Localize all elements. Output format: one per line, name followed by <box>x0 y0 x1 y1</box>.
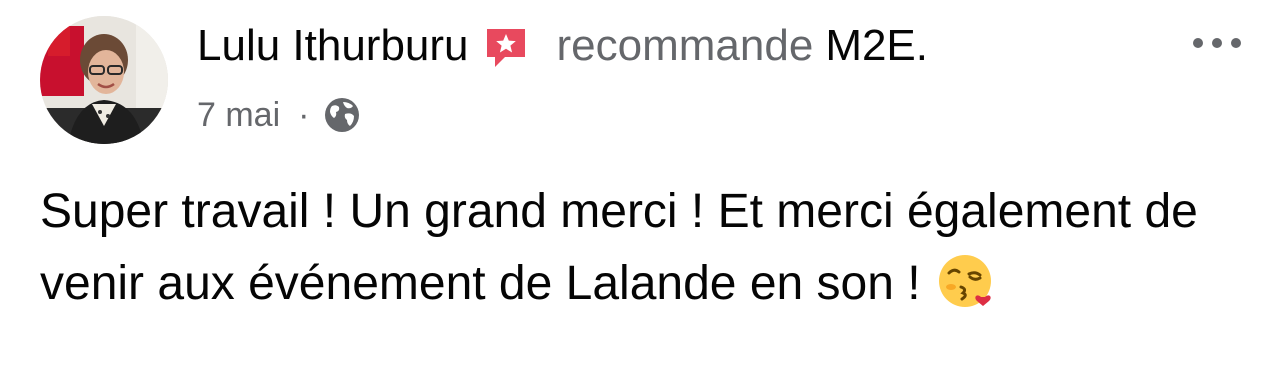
recommend-star-icon <box>483 25 529 71</box>
post-meta: 7 mai · <box>197 92 361 138</box>
more-options-icon[interactable] <box>1182 26 1252 60</box>
post-body: Super travail ! Un grand merci ! Et merc… <box>40 176 1250 320</box>
meta-separator: · <box>298 95 310 134</box>
author-name[interactable]: Lulu Ithurburu <box>197 18 469 74</box>
globe-icon[interactable] <box>323 96 361 134</box>
recommendation-post: Lulu Ithurburu recommande M2E . 7 mai · <box>0 0 1280 384</box>
post-text: Super travail ! Un grand merci ! Et merc… <box>40 185 1198 310</box>
more-dot <box>1231 38 1241 48</box>
recommends-text: recommande <box>556 21 814 70</box>
post-header: Lulu Ithurburu recommande M2E . <box>197 18 928 74</box>
face-blowing-kiss-emoji <box>937 253 993 309</box>
header-period: . <box>915 21 929 70</box>
recommended-page-name[interactable]: M2E <box>825 18 915 74</box>
more-dot <box>1193 38 1203 48</box>
post-date[interactable]: 7 mai <box>197 96 280 135</box>
author-avatar[interactable] <box>40 16 168 144</box>
more-dot <box>1212 38 1222 48</box>
